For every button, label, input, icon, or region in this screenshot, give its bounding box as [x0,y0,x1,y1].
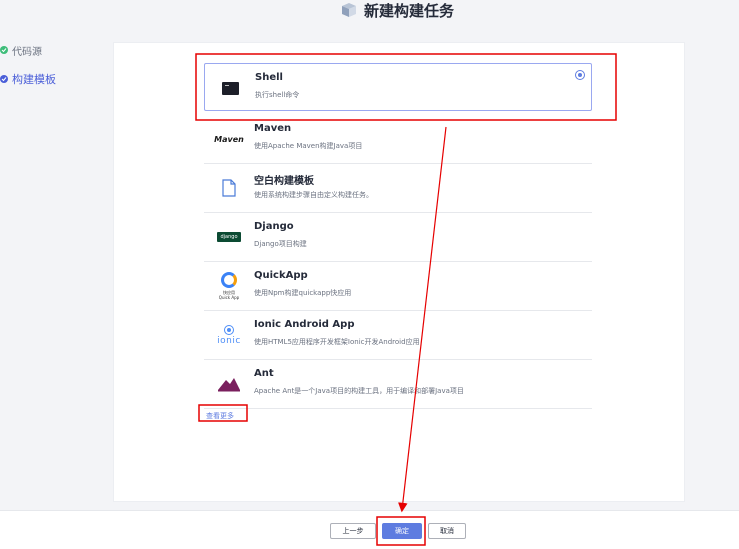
ant-icon [218,378,240,392]
page-title: 新建构建任务 [364,1,455,20]
template-name: Maven [254,123,292,134]
template-desc: 使用Apache Maven构建Java项目 [254,142,363,150]
template-name: Ant [254,368,274,379]
template-item-blank[interactable]: 空白构建模板 使用系统构建步骤自由定义构建任务。 [204,164,592,213]
step-build-template[interactable]: 构建模板 [0,69,110,89]
template-name: Ionic Android App [254,319,355,330]
template-name: Shell [255,72,283,83]
quickapp-icon: 快应用 Quick App [219,272,239,300]
cancel-button[interactable]: 取消 [428,523,466,539]
template-item-django[interactable]: django Django Django项目构建 [204,213,592,262]
django-icon: django [217,232,241,242]
view-more-link[interactable]: 查看更多 [206,411,234,421]
check-icon [0,46,8,54]
step-label: 构建模板 [12,73,56,86]
cube-icon [342,3,356,17]
template-list: Shell 执行shell命令 Maven Maven 使用Apache Mav… [204,63,592,409]
template-desc: 执行shell命令 [255,91,300,99]
template-desc: Django项目构建 [254,240,307,248]
terminal-icon [221,81,239,95]
current-step-icon [0,75,8,83]
template-item-maven[interactable]: Maven Maven 使用Apache Maven构建Java项目 [204,115,592,164]
confirm-button[interactable]: 确定 [382,523,422,539]
template-name: 空白构建模板 [254,176,314,187]
blank-document-icon [222,179,236,197]
template-desc: 使用Npm构建quickapp快应用 [254,289,352,297]
template-panel: Shell 执行shell命令 Maven Maven 使用Apache Mav… [113,42,685,502]
template-desc: Apache Ant是一个Java项目的构建工具，用于编译和部署Java项目 [254,387,464,395]
template-item-shell[interactable]: Shell 执行shell命令 [204,63,592,111]
step-sidebar: 代码源 构建模板 [0,40,110,89]
footer-bar: 上一步 确定 取消 [0,510,739,549]
template-name: Django [254,221,294,232]
template-desc: 使用系统构建步骤自由定义构建任务。 [254,191,373,199]
template-item-ionic[interactable]: ionic Ionic Android App 使用HTML5应用程序开发框架I… [204,311,592,360]
ionic-logo-text: ionic [217,335,241,346]
ionic-icon: ionic [217,324,241,346]
step-label: 代码源 [12,46,42,58]
quickapp-logo-text: 快应用 Quick App [218,290,240,300]
step-code-source[interactable]: 代码源 [0,40,110,60]
radio-selected-icon[interactable] [575,70,585,80]
template-item-ant[interactable]: Ant Apache Ant是一个Java项目的构建工具，用于编译和部署Java… [204,360,592,409]
prev-button[interactable]: 上一步 [330,523,376,539]
header-title: 新建构建任务 [340,0,454,20]
maven-icon: Maven [214,134,244,144]
template-desc: 使用HTML5应用程序开发框架Ionic开发Android应用 [254,338,420,346]
template-name: QuickApp [254,270,308,281]
template-item-quickapp[interactable]: 快应用 Quick App QuickApp 使用Npm构建quickapp快应用 [204,262,592,311]
